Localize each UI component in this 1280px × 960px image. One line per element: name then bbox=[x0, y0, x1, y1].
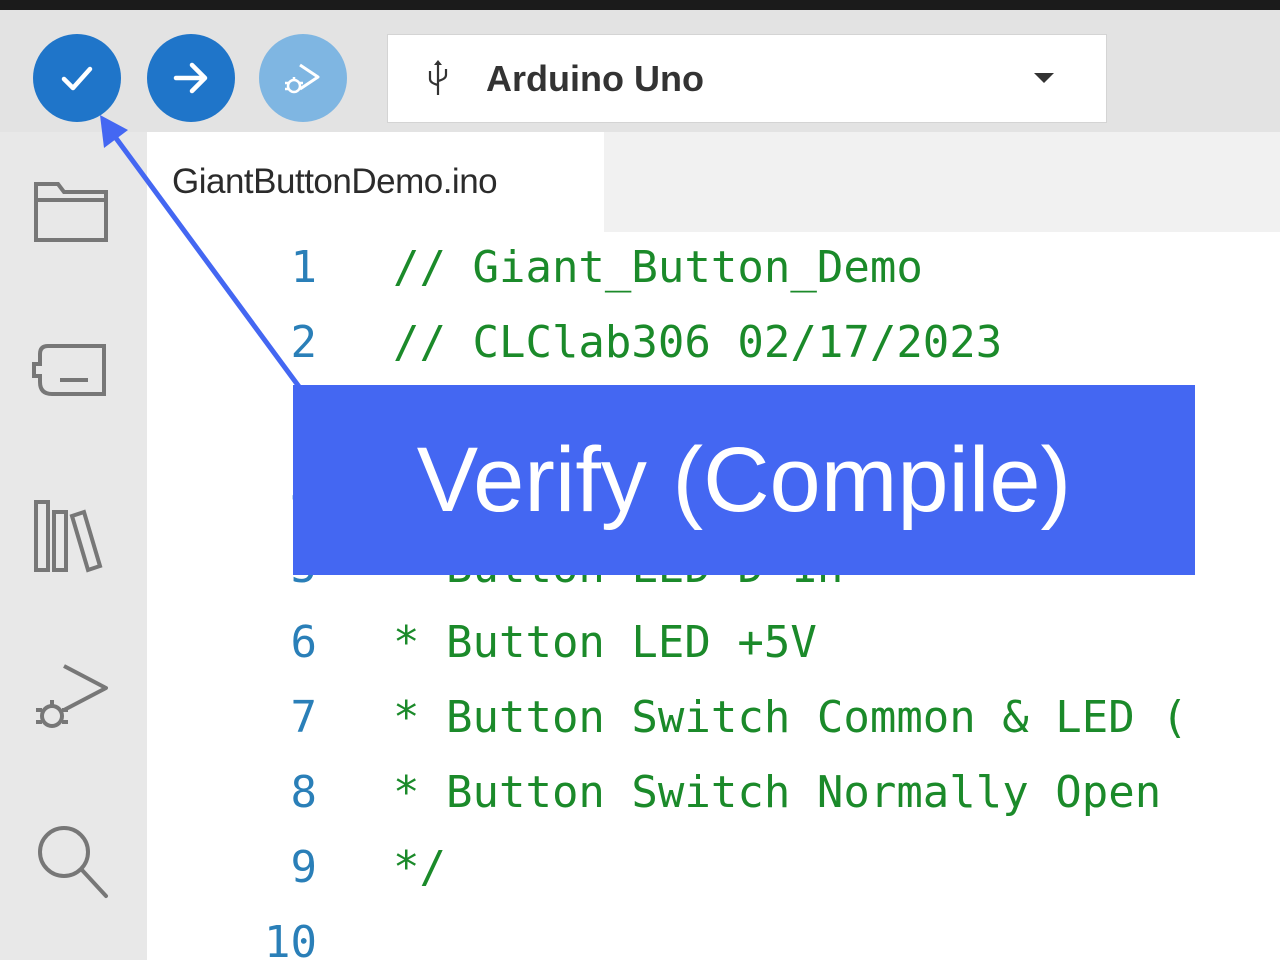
search-icon bbox=[38, 826, 108, 898]
sidebar-item-search[interactable] bbox=[30, 820, 114, 904]
debug-button[interactable] bbox=[259, 34, 347, 122]
line-text: * Button Switch Common & LED ( bbox=[393, 692, 1188, 743]
sidebar-item-debug[interactable] bbox=[30, 658, 114, 742]
line-number: 2 bbox=[290, 317, 318, 368]
annotation-callout: Verify (Compile) bbox=[293, 385, 1195, 575]
toolbar: Arduino Uno bbox=[0, 10, 1280, 132]
board-name: Arduino Uno bbox=[486, 57, 704, 99]
folder-icon bbox=[34, 182, 108, 242]
code-line: 1 // Giant_Button_Demo bbox=[147, 242, 1280, 317]
line-text: * Button Switch Normally Open bbox=[393, 767, 1162, 818]
window-top-edge bbox=[0, 0, 1280, 10]
line-number: 6 bbox=[290, 617, 318, 668]
tab-giantbuttondemo[interactable]: GiantButtonDemo.ino bbox=[147, 132, 604, 232]
code-line: 8 * Button Switch Normally Open bbox=[147, 767, 1280, 842]
verify-button[interactable] bbox=[33, 34, 121, 122]
sidebar bbox=[0, 132, 147, 960]
line-text: // CLClab306 02/17/2023 bbox=[393, 317, 1003, 368]
board-manager-icon bbox=[32, 344, 106, 396]
caret-down-icon bbox=[1034, 73, 1054, 83]
code-line: 2 // CLClab306 02/17/2023 bbox=[147, 317, 1280, 392]
sidebar-item-boards-manager[interactable] bbox=[30, 332, 114, 416]
line-number: 1 bbox=[290, 242, 318, 293]
code-line: 9 */ bbox=[147, 842, 1280, 917]
check-icon bbox=[61, 66, 93, 91]
board-selector[interactable]: Arduino Uno bbox=[387, 34, 1107, 123]
debug-icon bbox=[36, 664, 108, 728]
callout-label: Verify (Compile) bbox=[416, 428, 1072, 531]
code-line: 10 bbox=[147, 917, 1280, 960]
code-editor[interactable]: 1 // Giant_Button_Demo 2 // CLClab306 02/1… bbox=[147, 232, 1280, 960]
line-number: 7 bbox=[290, 692, 318, 743]
code-line: 7 * Button Switch Common & LED ( bbox=[147, 692, 1280, 767]
line-number: 10 bbox=[264, 917, 317, 960]
arrow-right-icon bbox=[173, 62, 208, 94]
sidebar-item-library-manager[interactable] bbox=[30, 494, 114, 578]
debug-play-icon bbox=[285, 63, 320, 94]
upload-button[interactable] bbox=[147, 34, 235, 122]
usb-icon bbox=[428, 59, 448, 95]
line-text: * Button LED +5V bbox=[393, 617, 817, 668]
tab-strip: GiantButtonDemo.ino bbox=[147, 132, 1280, 232]
line-text: */ bbox=[393, 842, 446, 893]
tab-label: GiantButtonDemo.ino bbox=[172, 162, 498, 201]
line-text: // Giant_Button_Demo bbox=[393, 242, 923, 293]
sidebar-item-sketchbook[interactable] bbox=[30, 170, 114, 254]
line-number: 8 bbox=[290, 767, 318, 818]
library-icon bbox=[34, 500, 103, 573]
code-line: 6 * Button LED +5V bbox=[147, 617, 1280, 692]
line-number: 9 bbox=[290, 842, 318, 893]
